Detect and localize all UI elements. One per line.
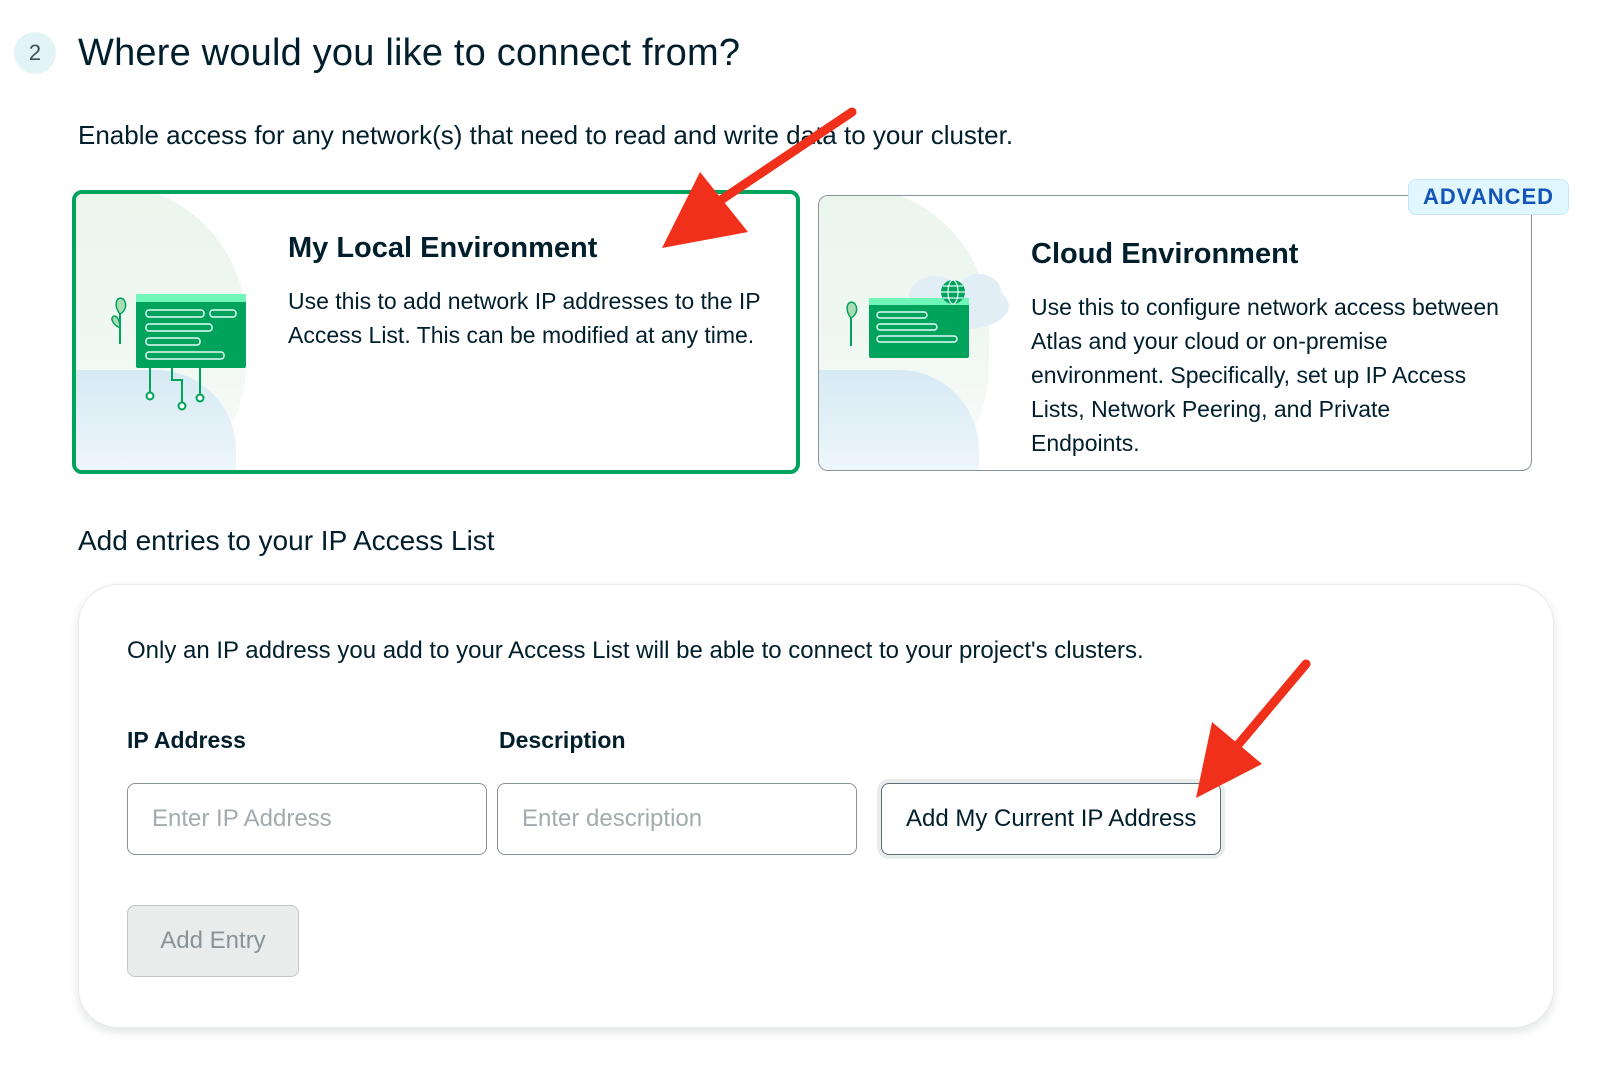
cloud-environment-description: Use this to configure network access bet… xyxy=(1031,294,1499,456)
step-title: Where would you like to connect from? xyxy=(78,32,741,74)
advanced-badge: ADVANCED xyxy=(1408,179,1570,215)
ip-address-label: IP Address xyxy=(127,727,246,753)
local-environment-title: My Local Environment xyxy=(288,232,598,264)
access-list-heading: Add entries to your IP Access List xyxy=(78,525,495,556)
cloud-environment-card[interactable]: Cloud Environment Use this to configure … xyxy=(818,195,1532,471)
add-entry-button[interactable]: Add Entry xyxy=(127,905,299,977)
step-number-badge: 2 xyxy=(14,32,56,74)
cloud-environment-title: Cloud Environment xyxy=(1031,238,1299,270)
ip-address-input[interactable] xyxy=(127,783,487,855)
access-list-panel: Only an IP address you add to your Acces… xyxy=(78,584,1554,1028)
step-intro: Enable access for any network(s) that ne… xyxy=(78,120,1014,150)
cloud-network-illustration-icon xyxy=(846,274,1009,358)
access-list-note: Only an IP address you add to your Acces… xyxy=(127,637,1144,664)
local-environment-description: Use this to add network IP addresses to … xyxy=(288,288,761,348)
local-network-illustration-icon xyxy=(111,294,246,411)
description-label: Description xyxy=(499,727,626,753)
add-current-ip-button[interactable]: Add My Current IP Address xyxy=(881,783,1222,855)
local-environment-card[interactable]: My Local Environment Use this to add net… xyxy=(72,190,800,474)
description-input[interactable] xyxy=(497,783,857,855)
